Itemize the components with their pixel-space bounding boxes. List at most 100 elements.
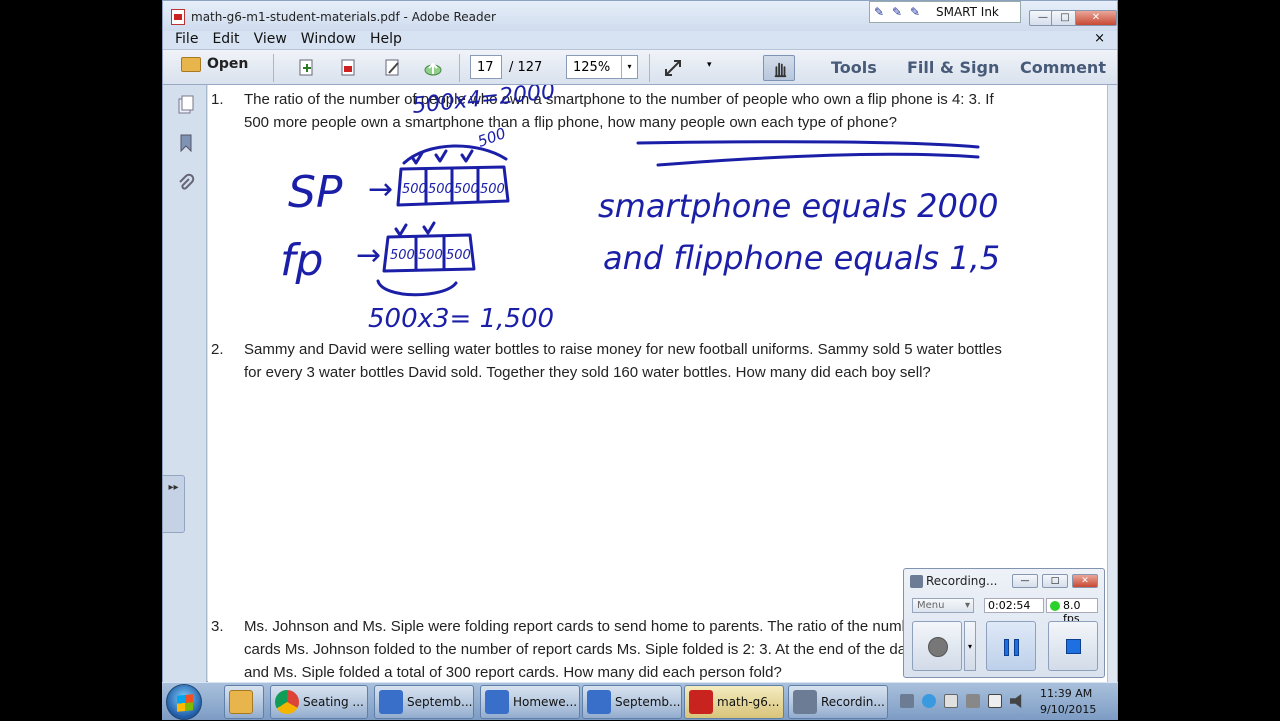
ink-fp-label: fp <box>280 235 323 286</box>
ink-answer-line-2: and flipphone equals 1,5 <box>603 239 1000 277</box>
taskbar-item-label: math-g6... <box>717 695 780 709</box>
taskbar-item-notebook-2[interactable]: Homewe... <box>480 685 580 719</box>
record-options-dropdown[interactable]: ▾ <box>964 621 976 671</box>
attachments-icon[interactable] <box>177 173 195 193</box>
ink-box-value: 500 <box>402 182 427 197</box>
ink-box-value: 500 <box>480 182 505 197</box>
smart-ink-toolbar[interactable]: ✎ ✎ ✎ SMART Ink <box>869 1 1021 23</box>
smart-board-icon[interactable] <box>944 694 958 708</box>
folder-icon <box>229 690 253 714</box>
smart-ink-label: SMART Ink <box>936 5 999 19</box>
toolbar-divider <box>459 54 460 82</box>
ink-checkmarks <box>410 149 474 165</box>
notebook-icon <box>587 690 611 714</box>
menu-edit[interactable]: Edit <box>212 31 239 49</box>
more-tools-chevron-icon[interactable]: ▾ <box>707 60 712 70</box>
ink-arrow: → <box>356 238 381 273</box>
recorder-app-icon <box>910 575 923 588</box>
recorder-tray-icon[interactable] <box>900 694 914 708</box>
menu-window[interactable]: Window <box>301 31 356 49</box>
notebook-icon <box>379 690 403 714</box>
tools-pane-button[interactable]: Tools <box>831 58 877 77</box>
window-title: math-g6-m1-student-materials.pdf - Adobe… <box>191 10 496 24</box>
recorder-window[interactable]: Recording... — □ ✕ Menu ▾ 0:02:54 8.0 fp… <box>903 568 1105 678</box>
page-total: / 127 <box>509 60 543 75</box>
toolbar-divider <box>649 54 650 82</box>
edit-pencil-icon[interactable] <box>383 58 403 78</box>
ink-brace <box>402 144 508 165</box>
page-thumbnails-icon[interactable] <box>177 95 195 115</box>
explorer-taskbar-button[interactable] <box>224 685 264 719</box>
page-number-input[interactable]: 17 <box>470 55 502 79</box>
document-close-icon[interactable]: × <box>1094 31 1105 46</box>
network-icon[interactable] <box>966 694 980 708</box>
open-button[interactable]: Open <box>181 56 248 72</box>
ink-box-value: 500 <box>475 124 508 151</box>
menu-view[interactable]: View <box>254 31 287 49</box>
hand-icon <box>774 62 787 78</box>
vertical-scrollbar[interactable] <box>1107 85 1117 683</box>
comment-pane-button[interactable]: Comment <box>1020 58 1106 77</box>
recorder-title: Recording... <box>926 574 998 588</box>
toolbar-divider <box>273 54 274 82</box>
pause-button[interactable] <box>986 621 1036 671</box>
windows-logo-icon <box>177 694 193 712</box>
taskbar-item-chrome[interactable]: Seating ... <box>270 685 368 719</box>
ink-brace <box>376 279 458 297</box>
ink-checkmarks <box>394 221 436 237</box>
record-icon <box>928 637 948 657</box>
system-tray: 11:39 AM 9/10/2015 <box>900 683 1118 721</box>
toolbar: Open 17 / 127 125% ▾ ▾ Tools Fill & Sign… <box>163 49 1117 85</box>
cloud-upload-icon[interactable] <box>423 58 443 78</box>
bookmarks-icon[interactable] <box>177 133 195 153</box>
pen-icon: ✎ <box>910 5 921 19</box>
navigation-pane: ▸▸ <box>163 85 207 683</box>
recorder-menu-label: Menu <box>917 600 945 611</box>
stop-icon <box>1066 639 1081 654</box>
pen-icon[interactable]: ✎ ✎ ✎ <box>870 2 930 22</box>
expand-icon: ▸▸ <box>168 482 179 493</box>
ink-arrow: → <box>368 172 393 207</box>
start-button[interactable] <box>166 684 202 720</box>
recording-elapsed-time: 0:02:54 <box>984 598 1044 613</box>
menu-file[interactable]: File <box>175 31 198 49</box>
pdf-document-icon[interactable] <box>339 58 359 78</box>
stop-button[interactable] <box>1048 621 1098 671</box>
title-bar[interactable]: math-g6-m1-student-materials.pdf - Adobe… <box>163 1 1117 31</box>
chevron-down-icon[interactable]: ▾ <box>621 56 637 78</box>
taskbar-item-label: Seating ... <box>303 695 364 709</box>
create-pdf-icon[interactable] <box>297 58 317 78</box>
volume-icon[interactable] <box>1010 694 1022 708</box>
recorder-icon <box>793 690 817 714</box>
taskbar-item-label: Septemb... <box>615 695 681 709</box>
taskbar-item-notebook-1[interactable]: Septemb... <box>374 685 474 719</box>
pause-icon <box>1004 639 1009 656</box>
fill-sign-pane-button[interactable]: Fill & Sign <box>907 58 999 77</box>
navigation-pane-toggle[interactable]: ▸▸ <box>163 475 185 533</box>
clock-time[interactable]: 11:39 AM <box>1040 687 1092 700</box>
recorder-minimize-button[interactable]: — <box>1012 574 1038 588</box>
ink-box-value: 500 <box>418 248 443 263</box>
record-button[interactable] <box>912 621 962 671</box>
zoom-select[interactable]: 125% ▾ <box>566 55 638 79</box>
chrome-icon <box>275 690 299 714</box>
taskbar-item-adobe-reader[interactable]: math-g6... <box>684 685 784 719</box>
taskbar-item-recorder[interactable]: Recordin... <box>788 685 888 719</box>
recorder-close-button[interactable]: ✕ <box>1072 574 1098 588</box>
taskbar-item-notebook-3[interactable]: Septemb... <box>582 685 682 719</box>
ink-box-value: 500 <box>454 182 479 197</box>
fit-page-icon[interactable] <box>663 58 683 78</box>
hand-tool-button[interactable] <box>763 55 795 81</box>
close-button[interactable]: ✕ <box>1075 10 1117 26</box>
flag-icon[interactable] <box>988 694 1002 708</box>
menu-help[interactable]: Help <box>370 31 402 49</box>
recorder-restore-button[interactable]: □ <box>1042 574 1068 588</box>
folder-icon <box>181 56 201 72</box>
recorder-menu-button[interactable]: Menu ▾ <box>912 598 974 613</box>
recording-frame-rate: 8.0 fps <box>1046 598 1098 625</box>
pdf-icon <box>171 9 185 25</box>
pen-icon: ✎ <box>892 5 903 19</box>
ink-sp-label: SP <box>288 167 343 218</box>
clock-date[interactable]: 9/10/2015 <box>1040 703 1096 716</box>
tray-app-icon[interactable] <box>922 694 936 708</box>
